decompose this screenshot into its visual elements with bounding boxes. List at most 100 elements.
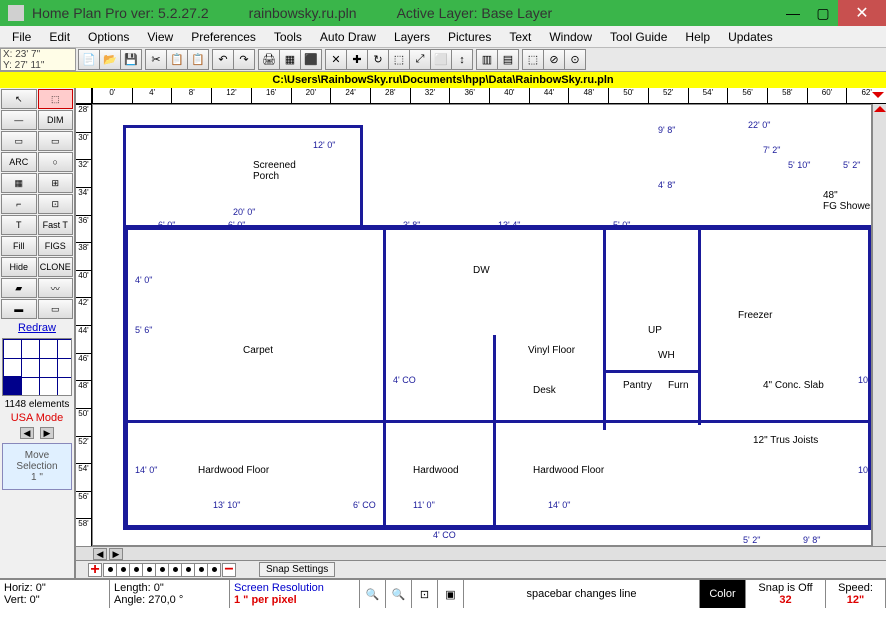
tool-18[interactable]: ▰ <box>1 278 37 298</box>
toolbar-btn-5[interactable]: 📋 <box>166 49 188 70</box>
snap-dot-0[interactable] <box>103 563 117 577</box>
toolbar-btn-28[interactable]: ⊙ <box>564 49 586 70</box>
tool-13[interactable]: Fast T <box>38 215 74 235</box>
toolbar-btn-18[interactable]: ⬚ <box>388 49 410 70</box>
tool-1[interactable]: ⬚ <box>38 89 74 109</box>
tool-20[interactable]: ▬ <box>1 299 37 319</box>
plan-label: 12" Trus Joists <box>753 435 818 446</box>
menu-file[interactable]: File <box>4 28 39 46</box>
toolbar-btn-11[interactable]: 🖨 <box>258 49 280 70</box>
plan-label: 4' CO <box>393 375 416 385</box>
zoom-out-icon[interactable]: 🔍 <box>392 588 406 601</box>
toolbar-btn-21[interactable]: ↕ <box>451 49 473 70</box>
left-arrow[interactable]: ◀ <box>20 427 34 439</box>
snap-dot-1[interactable] <box>116 563 130 577</box>
zoom-fit-icon[interactable]: ⊡ <box>420 588 429 601</box>
menu-options[interactable]: Options <box>80 28 137 46</box>
toolbar-btn-23[interactable]: ▥ <box>476 49 498 70</box>
snap-dot-7[interactable] <box>194 563 208 577</box>
menu-updates[interactable]: Updates <box>720 28 781 46</box>
right-arrow[interactable]: ▶ <box>40 427 54 439</box>
toolbar-btn-20[interactable]: ⬜ <box>430 49 452 70</box>
color-button[interactable]: Color <box>709 588 735 600</box>
tool-11[interactable]: ⊡ <box>38 194 74 214</box>
tool-16[interactable]: Hide <box>1 257 37 277</box>
tool-2[interactable]: — <box>1 110 37 130</box>
toolbar-btn-19[interactable]: ⤢ <box>409 49 431 70</box>
hruler-tick: 50' <box>608 88 648 103</box>
scroll-up-arrow[interactable] <box>874 106 886 112</box>
wall <box>493 420 872 423</box>
snap-dot-5[interactable] <box>168 563 182 577</box>
toolbar-btn-15[interactable]: ✕ <box>325 49 347 70</box>
horizontal-scrollbar[interactable]: ◀ ▶ <box>76 546 886 560</box>
toolbar-btn-2[interactable]: 💾 <box>120 49 142 70</box>
menu-tool-guide[interactable]: Tool Guide <box>602 28 675 46</box>
toolbar-btn-12[interactable]: ▦ <box>279 49 301 70</box>
snap-dot-3[interactable] <box>142 563 156 577</box>
toolbar-btn-27[interactable]: ⊘ <box>543 49 565 70</box>
ruler-right-arrow[interactable] <box>872 92 884 98</box>
tool-10[interactable]: ⌐ <box>1 194 37 214</box>
tool-7[interactable]: ○ <box>38 152 74 172</box>
maximize-button[interactable]: ▢ <box>808 0 838 26</box>
menu-pictures[interactable]: Pictures <box>440 28 499 46</box>
tool-19[interactable]: 〰 <box>38 278 74 298</box>
vertical-scrollbar[interactable] <box>872 104 886 546</box>
close-button[interactable]: ✕ <box>838 0 886 26</box>
tool-14[interactable]: Fill <box>1 236 37 256</box>
snap-dot-4[interactable] <box>155 563 169 577</box>
tool-12[interactable]: T <box>1 215 37 235</box>
toolbar-btn-8[interactable]: ↶ <box>212 49 234 70</box>
menu-view[interactable]: View <box>139 28 181 46</box>
drawing-canvas[interactable]: ScreenedPorchCarpetVinyl FloorDeskPantry… <box>92 104 872 546</box>
menu-layers[interactable]: Layers <box>386 28 438 46</box>
snap-dot-6[interactable] <box>181 563 195 577</box>
menu-tools[interactable]: Tools <box>266 28 310 46</box>
scroll-left[interactable]: ◀ <box>93 548 107 560</box>
move-selection[interactable]: MoveSelection1 " <box>2 443 72 490</box>
menu-window[interactable]: Window <box>541 28 600 46</box>
toolbar-btn-26[interactable]: ⬚ <box>522 49 544 70</box>
tool-15[interactable]: FIGS <box>38 236 74 256</box>
toolbar-btn-17[interactable]: ↻ <box>367 49 389 70</box>
plan-label: Vinyl Floor <box>528 345 575 356</box>
tool-4[interactable]: ▭ <box>1 131 37 151</box>
toolbar-btn-9[interactable]: ↷ <box>233 49 255 70</box>
snap-dot-2[interactable] <box>129 563 143 577</box>
grid-preview[interactable] <box>2 338 72 396</box>
tool-8[interactable]: ▦ <box>1 173 37 193</box>
menu-preferences[interactable]: Preferences <box>183 28 264 46</box>
menu-help[interactable]: Help <box>677 28 718 46</box>
toolbar-btn-13[interactable]: ⬛ <box>300 49 322 70</box>
toolbar-btn-6[interactable]: 📋 <box>187 49 209 70</box>
zoom-rect-icon[interactable]: ▣ <box>445 588 455 601</box>
tool-5[interactable]: ▭ <box>38 131 74 151</box>
zoom-in-icon[interactable]: 🔍 <box>366 588 380 601</box>
snap-settings-button[interactable]: Snap Settings <box>259 562 335 577</box>
menu-edit[interactable]: Edit <box>41 28 78 46</box>
menu-auto-draw[interactable]: Auto Draw <box>312 28 384 46</box>
toolbar-btn-16[interactable]: ✚ <box>346 49 368 70</box>
tool-0[interactable]: ↖ <box>1 89 37 109</box>
tool-17[interactable]: CLONE <box>38 257 74 277</box>
tool-21[interactable]: ▭ <box>38 299 74 319</box>
hruler-tick: 48' <box>568 88 608 103</box>
tool-3[interactable]: DIM <box>38 110 74 130</box>
minimize-button[interactable]: — <box>778 0 808 26</box>
hruler-tick: 36' <box>449 88 489 103</box>
toolbar-btn-0[interactable]: 📄 <box>78 49 100 70</box>
toolbar-btn-24[interactable]: ▤ <box>497 49 519 70</box>
left-panel: ↖⬚—DIM▭▭ARC○▦⊞⌐⊡TFast TFillFIGSHideCLONE… <box>0 88 76 578</box>
tool-6[interactable]: ARC <box>1 152 37 172</box>
snap-minus[interactable]: − <box>222 563 236 577</box>
redraw-button[interactable]: Redraw <box>0 320 74 336</box>
snap-plus[interactable]: + <box>88 563 102 577</box>
tool-9[interactable]: ⊞ <box>38 173 74 193</box>
snap-dot-8[interactable] <box>207 563 221 577</box>
snap-status[interactable]: Snap is Off <box>750 582 821 594</box>
toolbar-btn-4[interactable]: ✂ <box>145 49 167 70</box>
menu-text[interactable]: Text <box>501 28 539 46</box>
scroll-right[interactable]: ▶ <box>109 548 123 560</box>
toolbar-btn-1[interactable]: 📂 <box>99 49 121 70</box>
